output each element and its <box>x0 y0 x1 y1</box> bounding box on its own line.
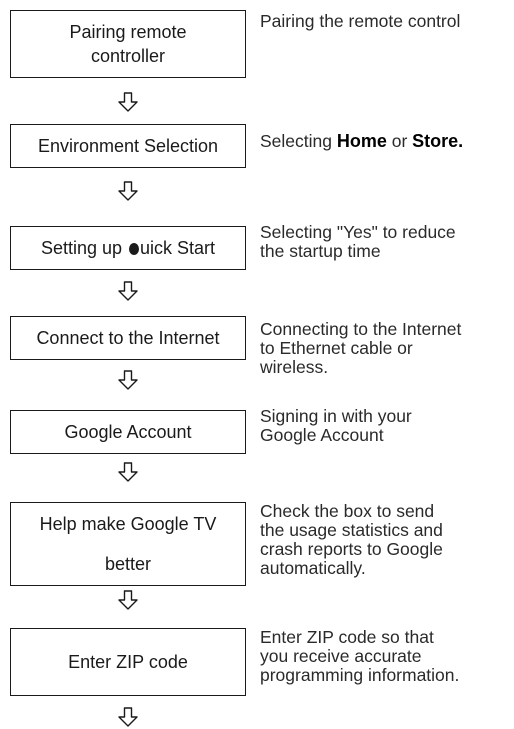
down-arrow-icon <box>118 707 138 727</box>
description-text: or <box>386 131 413 151</box>
step-box-google-account: Google Account <box>10 410 246 454</box>
description-highlight-store: Store. <box>412 131 464 151</box>
step-description: Connecting to the Internet to Ethernet c… <box>260 319 462 377</box>
down-arrow-icon <box>118 370 138 390</box>
step-label: Setting up uick Start <box>41 236 215 260</box>
step-box-environment-selection: Environment Selection <box>10 124 246 168</box>
description-text: Selecting <box>260 131 337 151</box>
step-description: Signing in with your Google Account <box>260 406 412 445</box>
q-glyph-dot-icon <box>129 243 140 255</box>
label-text: uick Start <box>140 238 216 258</box>
step-box-pairing-remote: Pairing remote controller <box>10 10 246 78</box>
step-label: Connect to the Internet <box>36 328 220 348</box>
step-description: Pairing the remote control <box>260 11 461 31</box>
label-text: Setting up <box>40 238 128 258</box>
step-box-quick-start: Setting up uick Start <box>10 226 246 270</box>
step-label: Google Account <box>64 422 192 442</box>
step-label: Enter ZIP code <box>68 652 188 672</box>
step-description: Selecting Home or Store. <box>260 132 514 151</box>
step-label: Pairing remote controller <box>69 22 187 66</box>
label-line: better <box>104 554 151 574</box>
step-box-connect-internet: Connect to the Internet <box>10 316 246 360</box>
step-box-help-google-tv: Help make Google TV better <box>10 502 246 586</box>
step-description: Selecting "Yes" to reduce the startup ti… <box>260 222 456 261</box>
description-highlight-home: Home <box>336 131 387 151</box>
down-arrow-icon <box>118 462 138 482</box>
label-line: Help make Google TV <box>39 514 217 534</box>
step-description: Enter ZIP code so that you receive accur… <box>260 627 460 685</box>
down-arrow-icon <box>118 281 138 301</box>
step-label: Help make Google TV better <box>40 504 217 584</box>
down-arrow-icon <box>118 92 138 112</box>
step-label: Environment Selection <box>37 136 219 156</box>
down-arrow-icon <box>118 181 138 201</box>
step-description: Check the box to send the usage statisti… <box>260 501 443 578</box>
step-box-enter-zip: Enter ZIP code <box>10 628 246 696</box>
down-arrow-icon <box>118 590 138 610</box>
